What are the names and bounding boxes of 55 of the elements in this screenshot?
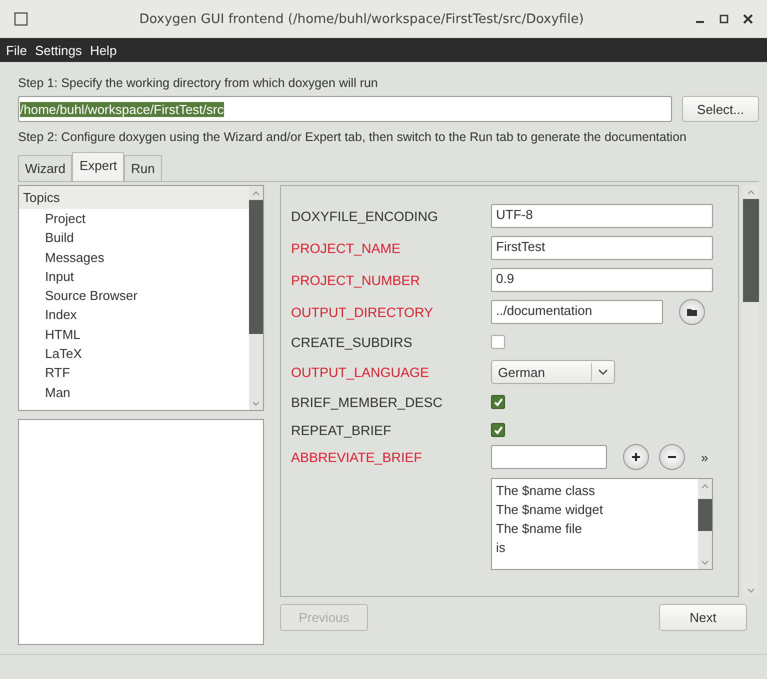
text-field[interactable] xyxy=(491,445,607,469)
setting-label: PROJECT_NAME xyxy=(291,240,402,256)
checkbox[interactable] xyxy=(491,423,505,437)
list-header: Topics xyxy=(19,186,249,209)
step-label: Step 2: Configure doxygen using the Wizard and/or Expert tab, then switch to the Run tab to generate the documentation xyxy=(18,130,688,144)
topic-item[interactable]: Man xyxy=(19,382,249,402)
topic-item[interactable]: Messages xyxy=(19,248,249,267)
topic-item[interactable]: Build xyxy=(19,228,249,248)
setting-label: BRIEF_MEMBER_DESC xyxy=(291,394,444,410)
next-button[interactable]: Next xyxy=(659,604,747,631)
topic-item[interactable]: Project xyxy=(19,209,249,228)
topic-item[interactable]: LaTeX xyxy=(19,344,249,364)
setting-label: ABBREVIATE_BRIEF xyxy=(291,450,424,465)
topic-item[interactable]: HTML xyxy=(19,324,249,344)
checkbox[interactable] xyxy=(491,335,505,349)
folder-icon xyxy=(687,308,697,316)
plus-icon xyxy=(631,452,641,462)
list-item[interactable]: The $name class xyxy=(496,481,694,500)
text-field[interactable]: FirstTest xyxy=(491,236,713,260)
path-field[interactable]: /home/buhl/workspace/FirstTest/src xyxy=(18,96,672,122)
tab[interactable]: Expert xyxy=(72,152,124,181)
tab[interactable]: Wizard xyxy=(18,155,72,181)
tab[interactable]: Run xyxy=(124,155,162,181)
add-button[interactable] xyxy=(623,444,649,470)
language-dropdown[interactable]: German xyxy=(491,360,615,384)
window-icon xyxy=(14,12,28,26)
setting-label: DOXYFILE_ENCODING xyxy=(291,208,440,224)
setting-label: OUTPUT_LANGUAGE xyxy=(291,364,430,380)
caret-icon xyxy=(598,369,608,375)
topic-item[interactable]: Index xyxy=(19,305,249,325)
topic-item[interactable]: RTF xyxy=(19,363,249,383)
select-button[interactable]: Select... xyxy=(682,96,759,122)
more-button[interactable]: » xyxy=(701,450,708,464)
list-item[interactable]: The $name file xyxy=(496,519,694,538)
text-field[interactable]: ../documentation xyxy=(491,300,663,324)
close-icon[interactable] xyxy=(743,14,753,24)
list-item[interactable]: is xyxy=(496,538,694,557)
window-title: Doxygen GUI frontend (/home/buhl/workspace/FirstTest/src/Doxyfile) xyxy=(138,12,585,26)
menu-item[interactable]: Settings xyxy=(34,42,82,58)
topic-item[interactable]: Source Browser xyxy=(19,286,249,306)
topic-item[interactable]: Input xyxy=(19,266,249,286)
folder-button[interactable] xyxy=(679,299,705,325)
remove-button[interactable] xyxy=(659,444,685,470)
setting-label: CREATE_SUBDIRS xyxy=(291,334,414,350)
menu-item[interactable]: Help xyxy=(90,42,117,58)
text-field[interactable]: 0.9 xyxy=(491,268,713,292)
text-field[interactable]: UTF-8 xyxy=(491,204,713,228)
step-label: Step 1: Specify the working directory from which doxygen will run xyxy=(18,76,379,90)
menu-item[interactable]: File xyxy=(6,42,27,58)
setting-label: REPEAT_BRIEF xyxy=(291,422,392,438)
setting-label: OUTPUT_DIRECTORY xyxy=(291,304,434,320)
checkbox[interactable] xyxy=(491,395,505,409)
maximize-icon[interactable] xyxy=(719,14,729,24)
setting-label: PROJECT_NUMBER xyxy=(291,272,422,288)
list-item[interactable]: The $name widget xyxy=(496,500,694,519)
